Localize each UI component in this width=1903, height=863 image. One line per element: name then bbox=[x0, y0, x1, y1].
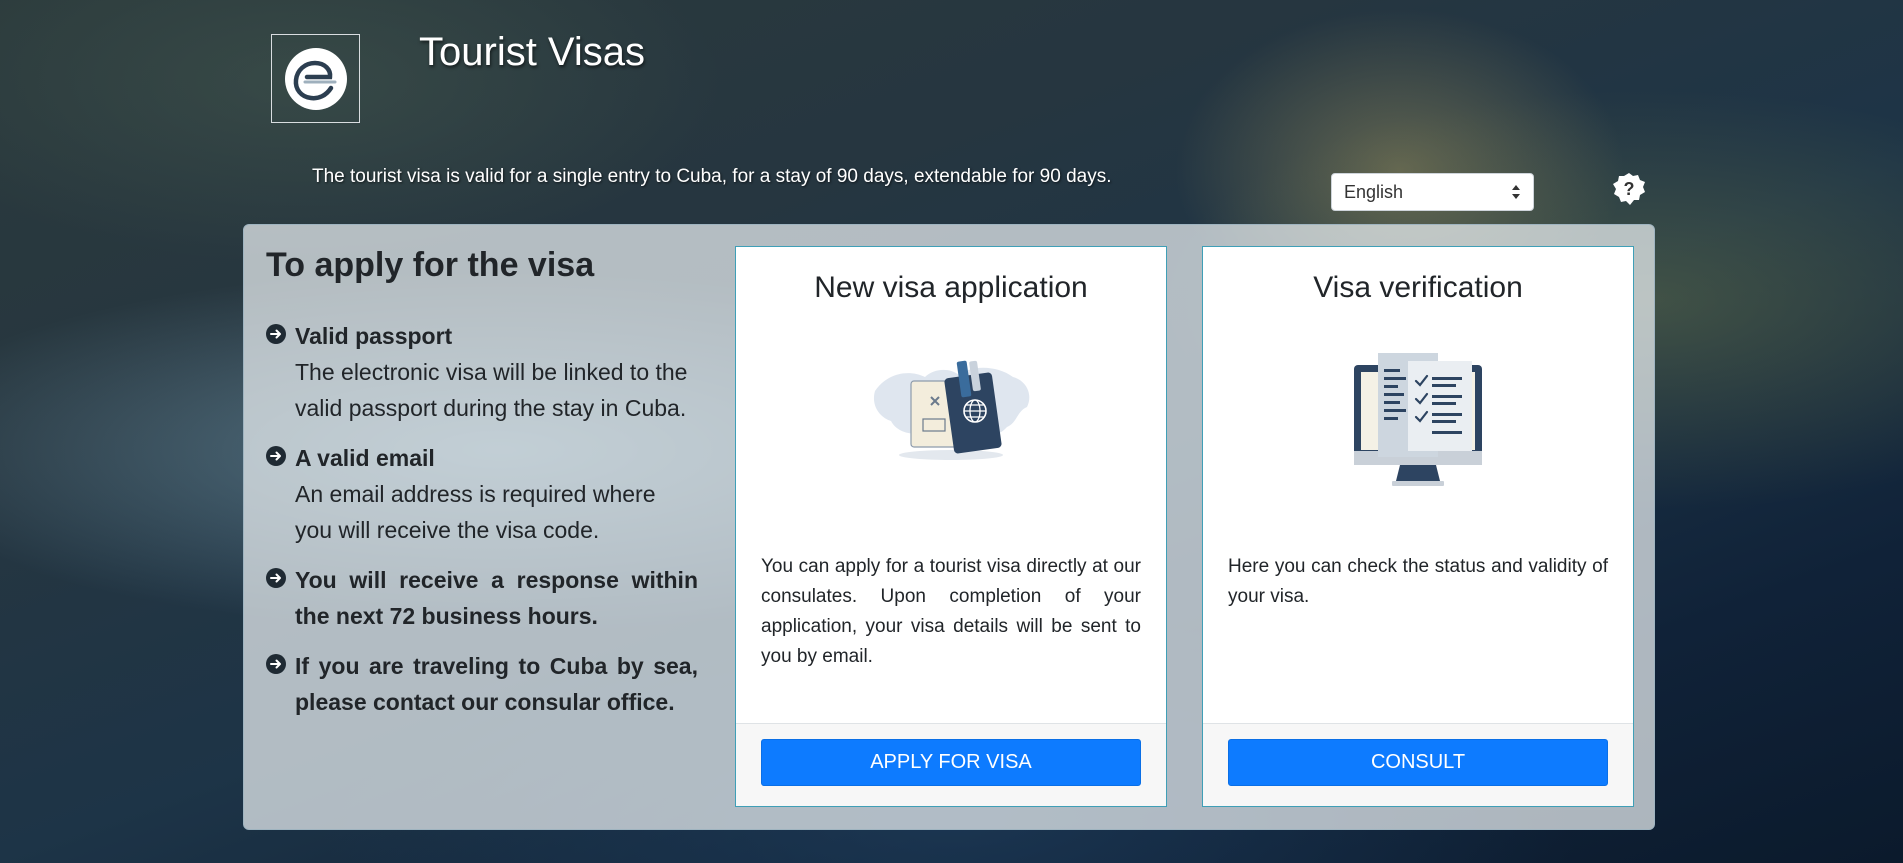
e-logo-icon bbox=[284, 47, 347, 110]
site-logo[interactable] bbox=[271, 34, 360, 123]
monitor-checklist-icon bbox=[1354, 353, 1482, 486]
language-select[interactable]: English bbox=[1331, 173, 1534, 211]
requirement-description: The electronic visa will be linked to th… bbox=[295, 359, 688, 421]
up-down-caret-icon bbox=[1511, 184, 1521, 200]
card-title: Visa verification bbox=[1313, 271, 1523, 304]
requirement-heading: You will receive a response within the n… bbox=[295, 567, 698, 629]
arrow-circle-right-icon bbox=[266, 446, 286, 466]
requirement-item-response-time: You will receive a response within the n… bbox=[266, 562, 698, 634]
apply-for-visa-button[interactable]: APPLY FOR VISA bbox=[761, 739, 1141, 786]
language-selected-value: English bbox=[1344, 181, 1404, 202]
requirement-item-sea-travel: If you are traveling to Cuba by sea, ple… bbox=[266, 648, 698, 720]
card-title: New visa application bbox=[814, 271, 1088, 304]
page-title: Tourist Visas bbox=[419, 30, 646, 74]
requirements-title: To apply for the visa bbox=[266, 246, 595, 284]
svg-text:?: ? bbox=[1624, 179, 1635, 199]
requirement-heading: Valid passport bbox=[295, 323, 453, 349]
requirement-item-passport: Valid passport The electronic visa will … bbox=[266, 318, 698, 426]
visa-verification-card: Visa verification Here you can check the… bbox=[1202, 246, 1634, 807]
arrow-circle-right-icon bbox=[266, 654, 286, 674]
consult-button[interactable]: CONSULT bbox=[1228, 739, 1608, 786]
arrow-circle-right-icon bbox=[266, 568, 286, 588]
card-footer: APPLY FOR VISA bbox=[736, 723, 1166, 806]
help-button[interactable]: ? bbox=[1612, 172, 1646, 206]
intro-text: The tourist visa is valid for a single e… bbox=[312, 166, 1112, 187]
requirement-heading: A valid email bbox=[295, 445, 435, 471]
passport-world-map-icon bbox=[873, 360, 1030, 460]
arrow-circle-right-icon bbox=[266, 324, 286, 344]
requirement-heading: If you are traveling to Cuba by sea, ple… bbox=[295, 653, 698, 715]
card-description: Here you can check the status and validi… bbox=[1228, 556, 1608, 607]
card-footer: CONSULT bbox=[1203, 723, 1633, 806]
new-application-card: New visa application You can apply for a… bbox=[735, 246, 1167, 807]
requirement-description: An email address is required where you w… bbox=[295, 481, 656, 543]
requirements-list: Valid passport The electronic visa will … bbox=[266, 318, 698, 734]
question-mark-icon: ? bbox=[1613, 173, 1645, 205]
requirement-item-email: A valid email An email address is requir… bbox=[266, 440, 698, 548]
card-description: You can apply for a tourist visa directl… bbox=[761, 556, 1141, 667]
